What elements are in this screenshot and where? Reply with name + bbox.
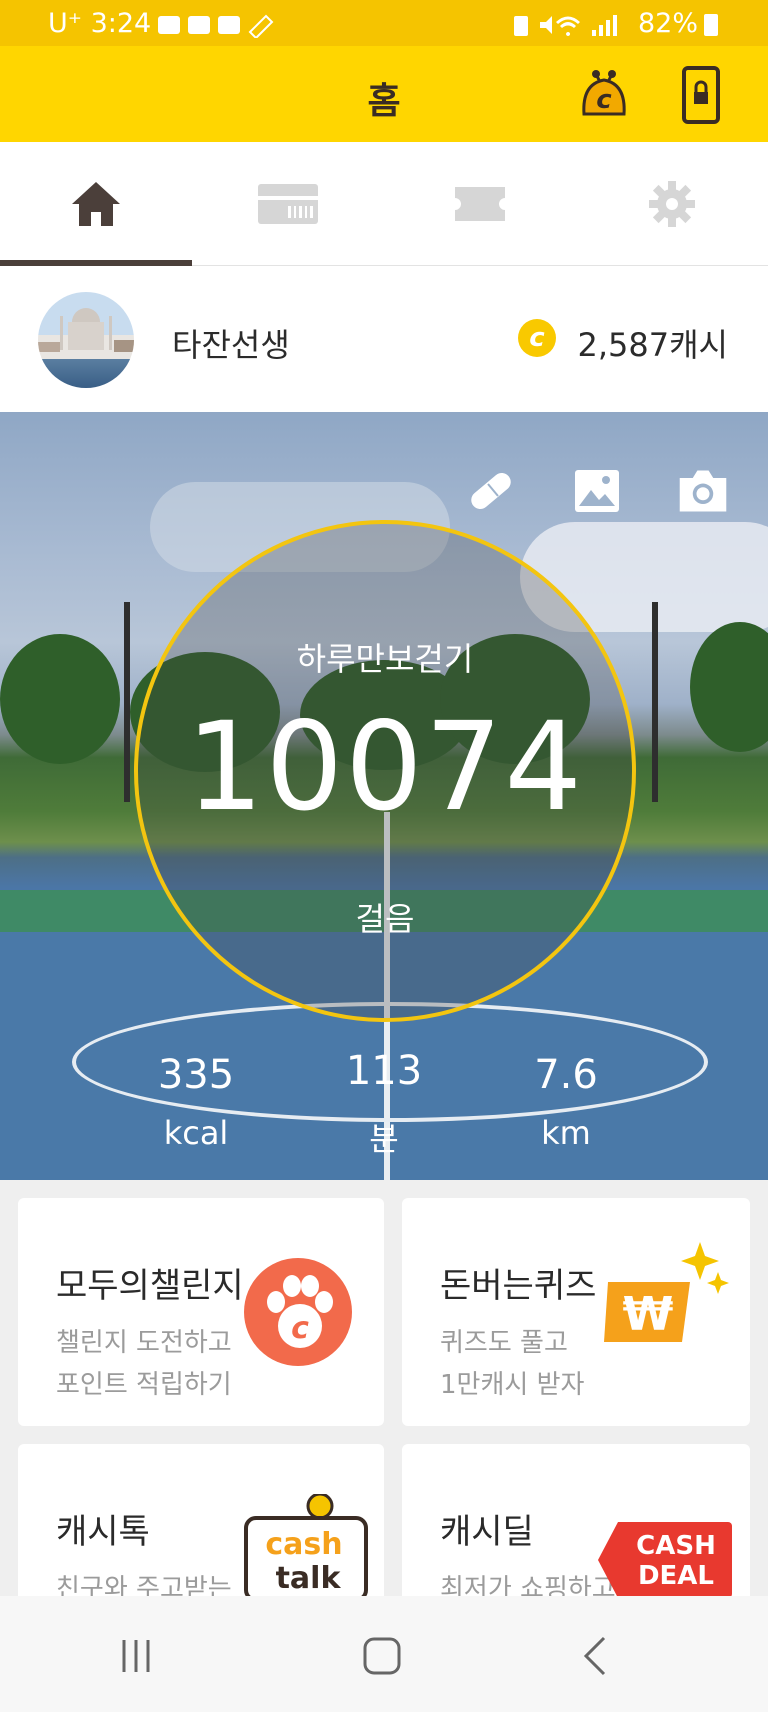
card-subtitle: 퀴즈도 풀고 bbox=[440, 1328, 568, 1358]
paw-coin-icon: c bbox=[244, 1258, 352, 1366]
camera-icon[interactable] bbox=[676, 464, 730, 518]
card-title: 캐시딜 bbox=[440, 1512, 534, 1552]
card-title: 모두의챌린지 bbox=[56, 1266, 244, 1306]
battery-level: 82% bbox=[637, 8, 698, 39]
tree bbox=[690, 622, 768, 752]
logo-cash-text: cash bbox=[265, 1527, 342, 1562]
tab-ticket[interactable] bbox=[384, 142, 576, 266]
image-icon[interactable] bbox=[570, 464, 624, 518]
tab-home[interactable] bbox=[0, 142, 192, 266]
back-button-icon[interactable] bbox=[580, 1634, 610, 1678]
distance-value: 7.6 bbox=[534, 1052, 598, 1098]
logo-talk-text: talk bbox=[276, 1561, 342, 1596]
quiz-card[interactable]: 돈버는퀴즈 퀴즈도 풀고 1만캐시 받자 ₩ bbox=[402, 1198, 750, 1426]
card-subtitle: 1만캐시 받자 bbox=[440, 1370, 585, 1400]
card-title: 캐시톡 bbox=[56, 1512, 150, 1552]
page-title: 홈 bbox=[367, 81, 401, 122]
minutes-value: 113 bbox=[345, 1048, 423, 1094]
status-time: U⁺ 3:24 bbox=[48, 8, 152, 39]
tab-giftcard[interactable] bbox=[192, 142, 384, 266]
step-counter-hero: 하루만보걷기 10074 걸음 335 kcal 113 분 7.6 km bbox=[0, 412, 768, 1180]
coin-icon: c bbox=[518, 319, 556, 357]
lock-screen-icon[interactable] bbox=[682, 66, 720, 124]
card-title: 돈버는퀴즈 bbox=[440, 1266, 597, 1306]
tab-settings[interactable] bbox=[576, 142, 768, 266]
recent-apps-icon[interactable] bbox=[116, 1636, 156, 1676]
card-subtitle: 챌린지 도전하고 bbox=[56, 1328, 232, 1358]
calories-unit: kcal bbox=[163, 1114, 229, 1152]
cash-character-icon[interactable]: c bbox=[574, 62, 634, 122]
notification-icons bbox=[158, 12, 278, 42]
system-nav-bar bbox=[0, 1596, 768, 1712]
username: 타잔선생 bbox=[172, 326, 290, 364]
card-subtitle: 포인트 적립하기 bbox=[56, 1370, 232, 1400]
cash-talk-logo: cash talk bbox=[242, 1492, 372, 1604]
calories-value: 335 bbox=[157, 1052, 235, 1098]
cash-balance[interactable]: 2,587캐시 bbox=[578, 320, 729, 366]
battery-icon bbox=[704, 14, 718, 36]
pill-icon[interactable] bbox=[464, 464, 518, 518]
goal-label: 하루만보걷기 bbox=[296, 640, 474, 678]
system-icons bbox=[512, 12, 632, 42]
avatar[interactable] bbox=[38, 292, 134, 388]
ticket-icon bbox=[455, 187, 505, 221]
svg-text:c: c bbox=[596, 85, 612, 115]
tree bbox=[0, 634, 120, 764]
gear-icon bbox=[649, 181, 695, 227]
gift-card-icon bbox=[258, 184, 318, 224]
lamp-post bbox=[652, 602, 658, 802]
lamp-post bbox=[124, 602, 130, 802]
distance-unit: km bbox=[541, 1114, 591, 1152]
svg-text:₩: ₩ bbox=[623, 1287, 674, 1341]
won-sparkle-icon: ₩ bbox=[600, 1242, 732, 1358]
home-icon bbox=[72, 182, 120, 226]
step-count: 10074 bbox=[185, 696, 585, 838]
app-header: 홈 c bbox=[0, 46, 768, 142]
home-button-icon[interactable] bbox=[362, 1636, 402, 1676]
step-unit: 걸음 bbox=[355, 900, 415, 938]
profile-row: 타잔선생 c 2,587캐시 bbox=[0, 266, 768, 412]
status-bar: U⁺ 3:24 82% bbox=[0, 0, 768, 46]
svg-text:c: c bbox=[291, 1311, 309, 1346]
logo-deal-text: DEAL bbox=[638, 1561, 714, 1591]
minutes-unit: 분 bbox=[369, 1120, 399, 1158]
tab-bar bbox=[0, 142, 768, 266]
logo-cash-text: CASH bbox=[636, 1531, 716, 1561]
cash-deal-logo: CASH DEAL bbox=[598, 1522, 732, 1598]
challenge-card[interactable]: 모두의챌린지 챌린지 도전하고 포인트 적립하기 c bbox=[18, 1198, 384, 1426]
